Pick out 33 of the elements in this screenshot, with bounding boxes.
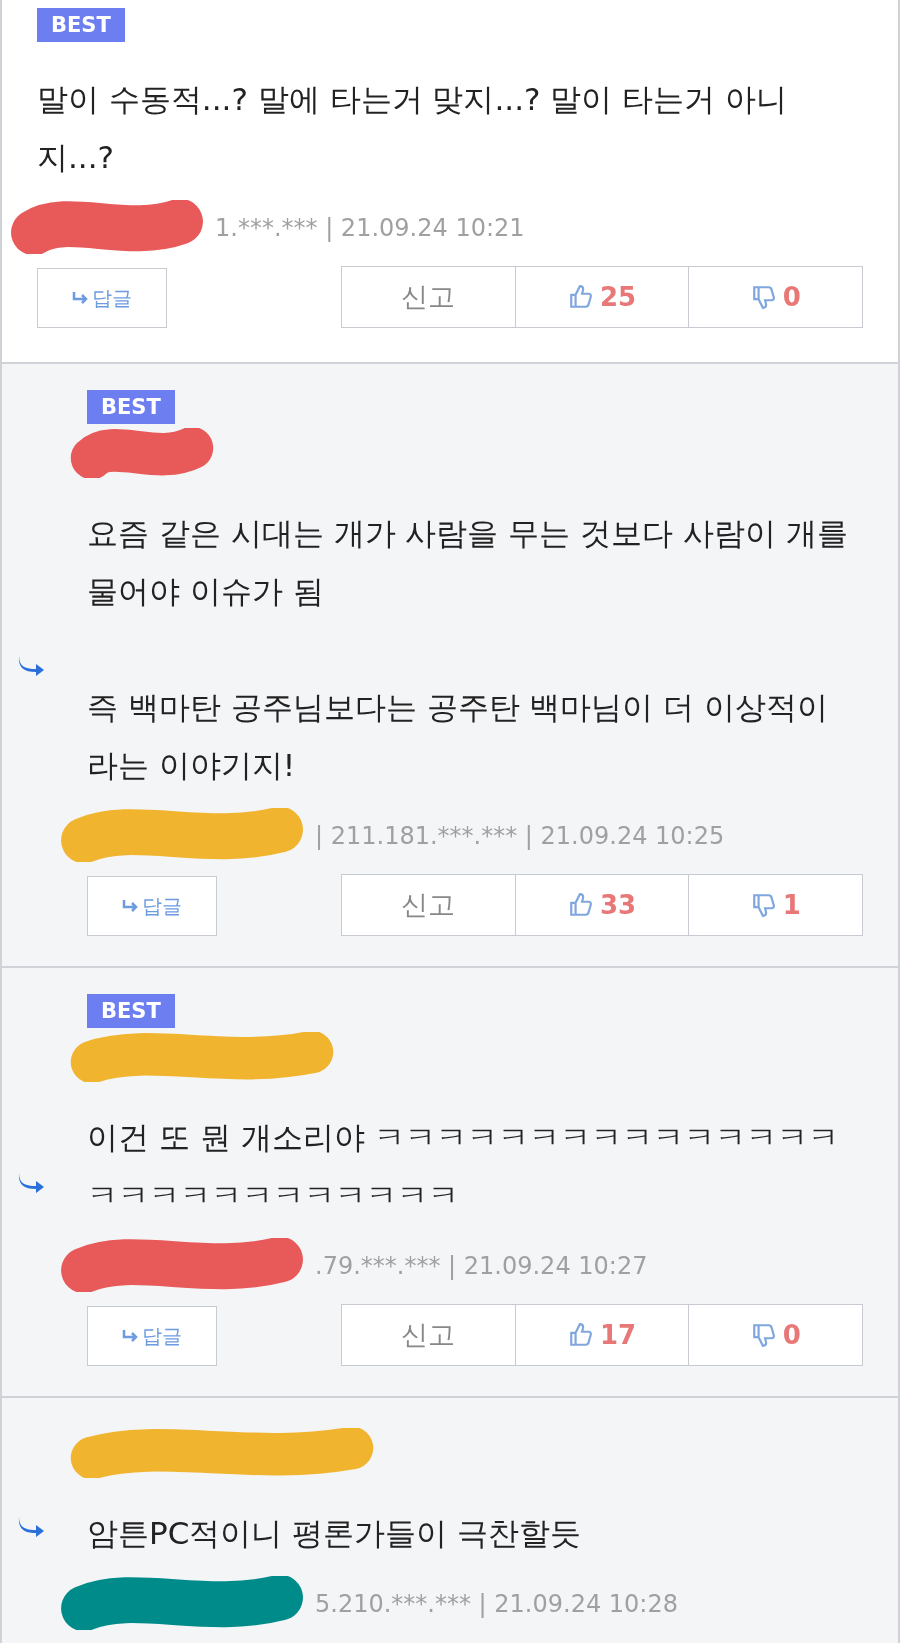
report-button[interactable]: 신고 — [342, 875, 516, 935]
dislike-button[interactable]: 1 — [689, 875, 862, 935]
corner-arrow-icon — [72, 292, 90, 304]
like-button[interactable]: 33 — [515, 875, 690, 935]
thumbs-down-icon — [750, 284, 777, 310]
comment-meta: 1.***.*** | 21.09.24 10:21 — [215, 213, 525, 244]
comment-text: 즉 백마탄 공주님보다는 공주탄 백마님이 더 이상적이라는 이야기지! — [87, 688, 830, 785]
dislike-button[interactable]: 0 — [689, 267, 862, 327]
corner-arrow-icon — [122, 1330, 140, 1342]
comment-meta: .79.***.*** | 21.09.24 10:27 — [315, 1251, 648, 1282]
reply-button[interactable]: 답글 — [37, 268, 167, 328]
dislike-button[interactable]: 0 — [689, 1305, 862, 1365]
like-button[interactable]: 17 — [515, 1305, 690, 1365]
best-badge: BEST — [37, 8, 125, 42]
comment-meta: | 211.181.***.*** | 21.09.24 10:25 — [315, 821, 725, 852]
like-button[interactable]: 25 — [515, 267, 690, 327]
thumbs-up-icon — [567, 892, 594, 918]
report-button[interactable]: 신고 — [342, 267, 516, 327]
thumbs-up-icon — [567, 1322, 594, 1348]
comment-meta: 5.210.***.*** | 21.09.24 10:28 — [315, 1589, 678, 1620]
best-badge: BEST — [87, 390, 175, 424]
comment-text: 요즘 같은 시대는 개가 사람을 무는 것보다 사람이 개를 물어야 이슈가 됨 — [87, 514, 849, 611]
comment-text: 말이 수동적...? 말에 타는거 맞지...? 말이 타는거 아니지...? — [37, 80, 788, 177]
corner-arrow-icon — [122, 900, 140, 912]
report-button[interactable]: 신고 — [342, 1305, 516, 1365]
comment-text: 이건 또 뭔 개소리야 ㅋㅋㅋㅋㅋㅋㅋㅋㅋㅋㅋㅋㅋㅋㅋㅋㅋㅋㅋㅋㅋㅋㅋㅋㅋㅋㅋ — [87, 1118, 841, 1215]
best-badge: BEST — [87, 994, 175, 1028]
thumbs-up-icon — [567, 284, 594, 310]
thumbs-down-icon — [750, 892, 777, 918]
comment-text: 암튼PC적이니 평론가들이 극찬할듯 — [87, 1514, 583, 1553]
reply-button[interactable]: 답글 — [87, 1306, 217, 1366]
thumbs-down-icon — [750, 1322, 777, 1348]
reply-button[interactable]: 답글 — [87, 876, 217, 936]
